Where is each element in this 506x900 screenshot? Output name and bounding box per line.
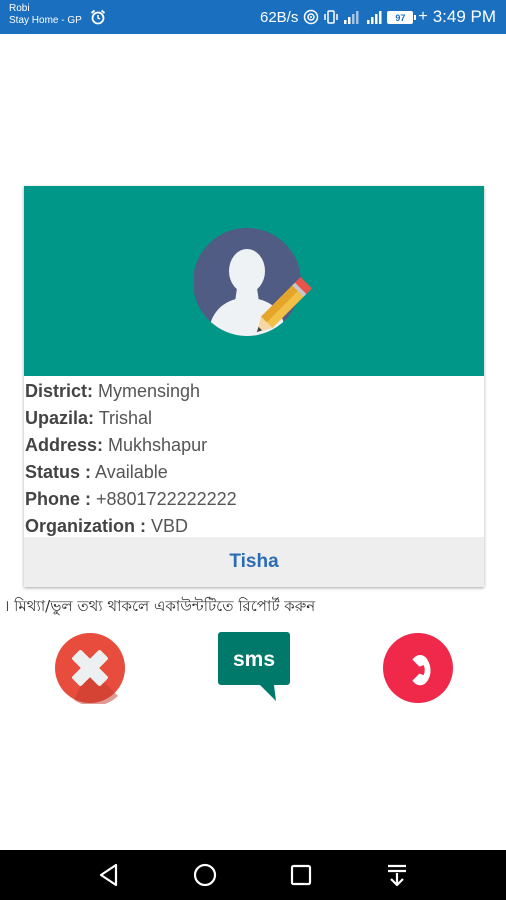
phone-label: Phone : xyxy=(25,489,91,509)
donor-details: District: Mymensingh Upazila: Trishal Ad… xyxy=(25,378,480,540)
wifi-icon xyxy=(304,9,319,25)
carrier-name: Robi xyxy=(9,3,30,14)
donor-card: District: Mymensingh Upazila: Trishal Ad… xyxy=(24,186,484,587)
notification-pull-icon[interactable] xyxy=(384,862,410,888)
sms-label: sms xyxy=(233,648,275,671)
sms-button[interactable]: sms xyxy=(218,632,290,704)
district-label: District: xyxy=(25,381,94,401)
battery-icon: 97 xyxy=(387,10,417,24)
organization-row: Organization : VBD xyxy=(25,513,480,540)
battery-level: 97 xyxy=(395,12,406,23)
avatar-edit-icon[interactable] xyxy=(194,222,314,342)
network-speed: 62B/s xyxy=(259,8,299,26)
district-row: District: Mymensingh xyxy=(25,378,480,405)
call-button-bg xyxy=(383,633,453,703)
status-label: Status : xyxy=(25,462,92,482)
carrier-info: Robi Stay Home - GP xyxy=(9,3,82,27)
status-indicators: 62B/s 97 + 3:49 PM xyxy=(260,6,496,28)
upazila-row: Upazila: Trishal xyxy=(25,405,480,432)
donor-name[interactable]: Tisha xyxy=(24,537,484,587)
address-label: Address: xyxy=(25,435,104,455)
home-icon[interactable] xyxy=(192,862,218,888)
address-row: Address: Mukhshapur xyxy=(25,432,480,459)
charging-icon: + xyxy=(418,8,428,25)
carrier-secondary: Stay Home - GP xyxy=(9,15,82,26)
navigation-bar xyxy=(0,850,506,900)
status-value: Available xyxy=(91,462,168,482)
report-notice[interactable]: । মিথ্যা/ভুল তথ্য থাকলে একাউন্টটিতে রিপো… xyxy=(4,595,315,620)
call-button[interactable] xyxy=(382,632,454,704)
phone-value: +8801722222222 xyxy=(91,489,237,509)
district-value: Mymensingh xyxy=(93,381,201,401)
card-header xyxy=(24,186,484,376)
signal-icon xyxy=(367,11,382,24)
organization-label: Organization : xyxy=(25,516,146,536)
organization-value: VBD xyxy=(146,516,189,536)
signal-icon xyxy=(344,11,359,24)
cancel-button[interactable] xyxy=(54,632,126,704)
alarm-icon xyxy=(90,9,106,25)
back-icon[interactable] xyxy=(96,862,122,888)
phone-row: Phone : +8801722222222 xyxy=(25,486,480,513)
upazila-label: Upazila: xyxy=(25,408,95,428)
address-value: Mukhshapur xyxy=(103,435,208,455)
clock: 3:49 PM xyxy=(432,7,496,26)
status-row: Status : Available xyxy=(25,459,480,486)
upazila-value: Trishal xyxy=(94,408,153,428)
status-bar: Robi Stay Home - GP 62B/s 97 + 3:49 PM xyxy=(0,0,506,34)
vibrate-icon xyxy=(324,10,339,24)
recents-icon[interactable] xyxy=(288,862,314,888)
